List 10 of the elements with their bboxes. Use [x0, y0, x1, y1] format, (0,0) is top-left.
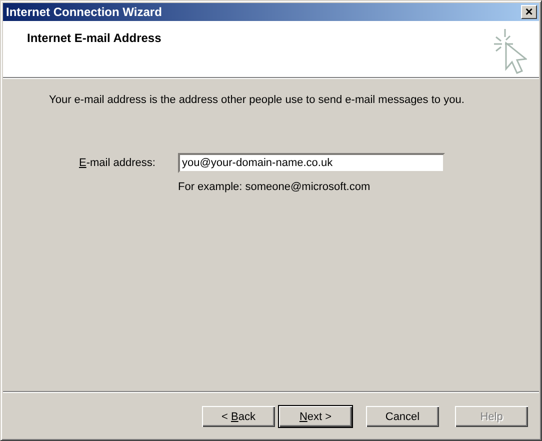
page-title: Internet E-mail Address: [27, 31, 162, 47]
wizard-button[interactable]: < Back: [201, 405, 276, 428]
intro-text: Your e-mail address is the address other people use to send e-mail messages to you.: [49, 94, 464, 106]
wizard-button[interactable]: Cancel: [365, 405, 440, 428]
email-label: E-mail address:: [79, 157, 156, 169]
wizard-button[interactable]: Next >: [278, 405, 353, 428]
window-title: Internet Connection Wizard: [6, 5, 162, 19]
example-text: For example: someone@microsoft.com: [178, 181, 370, 193]
close-button[interactable]: ×: [521, 5, 537, 19]
email-field[interactable]: you@your-domain-name.co.uk: [178, 153, 445, 173]
